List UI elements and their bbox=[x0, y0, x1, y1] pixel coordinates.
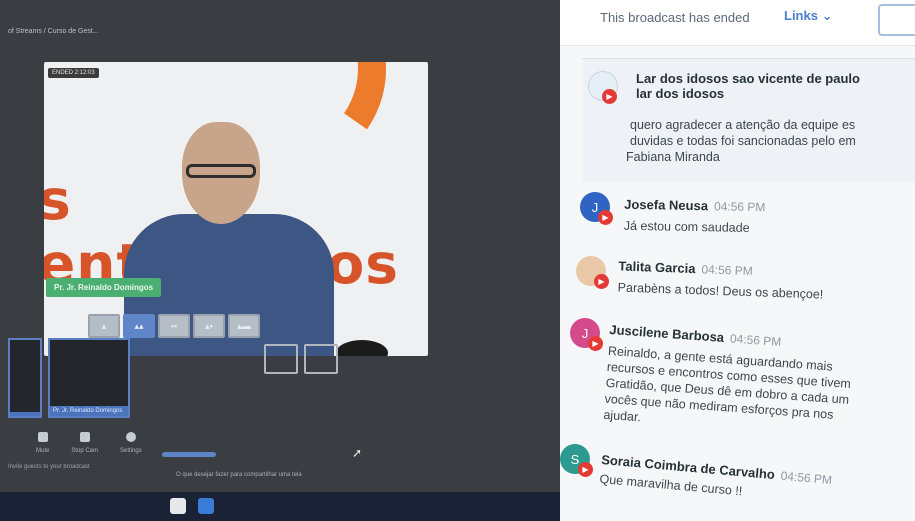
guest-thumbnail[interactable] bbox=[8, 338, 42, 418]
chat-panel: This broadcast has ended Links ⌄ ▶ Lar d… bbox=[560, 0, 915, 521]
comment-text: quero agradecer a atenção da equipe es bbox=[630, 118, 856, 132]
message-time: 04:56 PM bbox=[701, 262, 754, 279]
layout-pip-button[interactable] bbox=[264, 344, 298, 374]
chat-message: Soraia Coimbra de Carvalho 04:56 PM Que m… bbox=[599, 452, 833, 507]
message-time: 04:56 PM bbox=[713, 199, 766, 215]
message-text: Já estou com saudade bbox=[623, 218, 750, 235]
breadcrumb[interactable]: of Streams / Curso de Gest... bbox=[8, 28, 99, 35]
youtube-icon: ▶ bbox=[588, 336, 603, 351]
youtube-icon: ▶ bbox=[578, 462, 593, 477]
layout-leader-button[interactable]: ▴▪ bbox=[193, 314, 225, 338]
youtube-icon: ▶ bbox=[602, 89, 617, 104]
message-text: Parabèns a todos! Deus os abençoe! bbox=[617, 280, 824, 302]
youtube-icon: ▶ bbox=[594, 274, 609, 289]
youtube-icon: ▶ bbox=[598, 210, 613, 225]
layout-grid-button[interactable]: ▪▪ bbox=[158, 314, 190, 338]
layout-selector: ▴ ▴▴ ▪▪ ▴▪ ▴▬ bbox=[88, 314, 260, 338]
layout-cinema-button[interactable] bbox=[304, 344, 338, 374]
message-author: Josefa Neusa bbox=[624, 196, 709, 214]
mouse-cursor-icon: ➚ bbox=[352, 446, 363, 460]
studio-area: of Streams / Curso de Gest... s entrelam… bbox=[0, 0, 560, 521]
stop-cam-label: Stop Cam bbox=[71, 448, 99, 454]
chat-message: Talita Garcia 04:56 PM Parabèns a todos! … bbox=[617, 258, 824, 302]
mute-label: Mute bbox=[36, 448, 50, 454]
studio-controls: Mute Stop Cam Settings bbox=[36, 432, 142, 454]
share-screen-message: O que desejar fazer para compartilhar um… bbox=[176, 472, 302, 478]
message-time: 04:56 PM bbox=[729, 331, 782, 349]
glasses-graphic bbox=[186, 164, 256, 178]
layout-solo-button[interactable]: ▴ bbox=[88, 314, 120, 338]
layout-group-button[interactable]: ▴▴ bbox=[123, 314, 155, 338]
comment-author-line2: lar dos idosos bbox=[636, 86, 725, 101]
header-action-button[interactable] bbox=[878, 4, 915, 36]
presenter-name-tag: Pr. Jr. Reinaldo Domingos bbox=[46, 278, 162, 297]
comment-text: duvidas e todas foi sancionadas pelo em bbox=[630, 134, 856, 148]
microphone-graphic bbox=[336, 340, 388, 356]
settings-button[interactable]: Settings bbox=[120, 432, 142, 454]
gear-icon bbox=[125, 432, 136, 442]
taskbar bbox=[0, 492, 560, 521]
chat-message: Juscilene Barbosa 04:56 PM Reinaldo, a ge… bbox=[603, 322, 854, 440]
message-author: Talita Garcia bbox=[618, 258, 696, 277]
thumbnail-label bbox=[10, 412, 40, 416]
chat-header: This broadcast has ended Links ⌄ bbox=[560, 0, 915, 46]
settings-label: Settings bbox=[120, 448, 142, 454]
camera-icon bbox=[79, 432, 90, 442]
presenter-thumbnail[interactable]: Pr. Jr. Reinaldo Domingos bbox=[48, 338, 130, 418]
chat-message: Josefa Neusa 04:56 PM Já estou com saudad… bbox=[624, 197, 766, 236]
taskbar-app-icon[interactable] bbox=[198, 498, 214, 514]
broadcast-status: This broadcast has ended bbox=[600, 10, 750, 25]
mute-button[interactable]: Mute bbox=[36, 432, 49, 454]
layout-side-button[interactable]: ▴▬ bbox=[228, 314, 260, 338]
presenter-head bbox=[182, 122, 260, 224]
chevron-down-icon: ⌄ bbox=[821, 8, 833, 23]
stop-cam-button[interactable]: Stop Cam bbox=[71, 432, 98, 454]
taskbar-app-icon[interactable] bbox=[170, 498, 186, 514]
broadcast-timer: ENDED 2:12:03 bbox=[48, 68, 99, 78]
links-dropdown[interactable]: Links ⌄ bbox=[784, 8, 833, 24]
share-progress-bar bbox=[162, 452, 216, 457]
message-time: 04:56 PM bbox=[780, 468, 833, 488]
comment-text: Fabiana Miranda bbox=[626, 150, 720, 164]
video-stage: s entrelamos ENDED 2:12:03 Pr. Jr. Reina… bbox=[44, 62, 428, 356]
mic-icon bbox=[37, 432, 48, 442]
invite-message[interactable]: Invite guests to your broadcast bbox=[8, 464, 90, 470]
thumbnail-label: Pr. Jr. Reinaldo Domingos bbox=[50, 406, 128, 416]
message-author: Juscilene Barbosa bbox=[608, 322, 725, 345]
comment-author: Lar dos idosos sao vicente de paulo bbox=[636, 71, 860, 86]
layout-selector-extra bbox=[264, 344, 338, 374]
pinned-comment: ▶ Lar dos idosos sao vicente de paulo la… bbox=[582, 58, 915, 182]
